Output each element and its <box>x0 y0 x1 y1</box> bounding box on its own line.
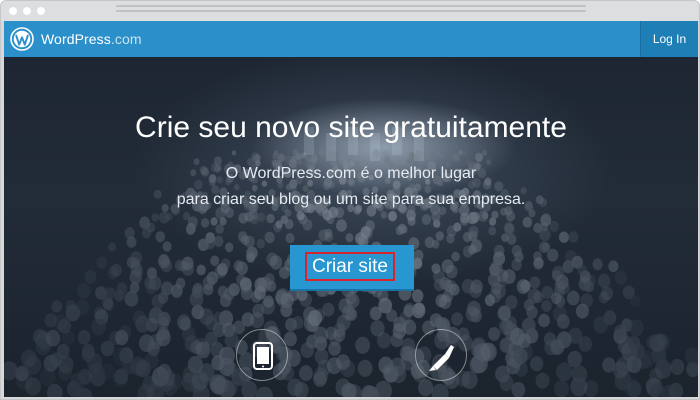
address-bar[interactable] <box>116 5 586 17</box>
feature-design <box>415 329 467 381</box>
hero-subtitle-line-1: O WordPress.com é o melhor lugar <box>225 165 477 182</box>
browser-window: WordPress.com Log In Crie seu novo site … <box>0 0 700 400</box>
browser-titlebar <box>1 1 699 21</box>
brand-wordmark: WordPress <box>41 31 111 47</box>
wordpress-logo-icon[interactable] <box>10 27 34 51</box>
window-dot-close[interactable] <box>9 7 17 15</box>
feature-mobile <box>236 329 288 381</box>
brand-name[interactable]: WordPress.com <box>41 31 142 47</box>
create-site-button[interactable]: Criar site <box>290 245 414 291</box>
login-button[interactable]: Log In <box>640 21 698 57</box>
brand-suffix: .com <box>110 31 142 47</box>
hero-headline: Crie seu novo site gratuitamente <box>135 111 567 144</box>
window-dot-maximize[interactable] <box>37 7 45 15</box>
hero-section: Crie seu novo site gratuitamente O WordP… <box>4 57 698 397</box>
paintbrush-icon <box>429 345 454 371</box>
create-site-label: Criar site <box>305 252 395 281</box>
hero-subtitle-line-2: para criar seu blog ou um site para sua … <box>176 191 526 208</box>
site-header: WordPress.com Log In <box>4 21 698 57</box>
tablet-icon <box>253 342 273 370</box>
window-dot-minimize[interactable] <box>23 7 31 15</box>
crowd-background-image <box>4 127 698 397</box>
